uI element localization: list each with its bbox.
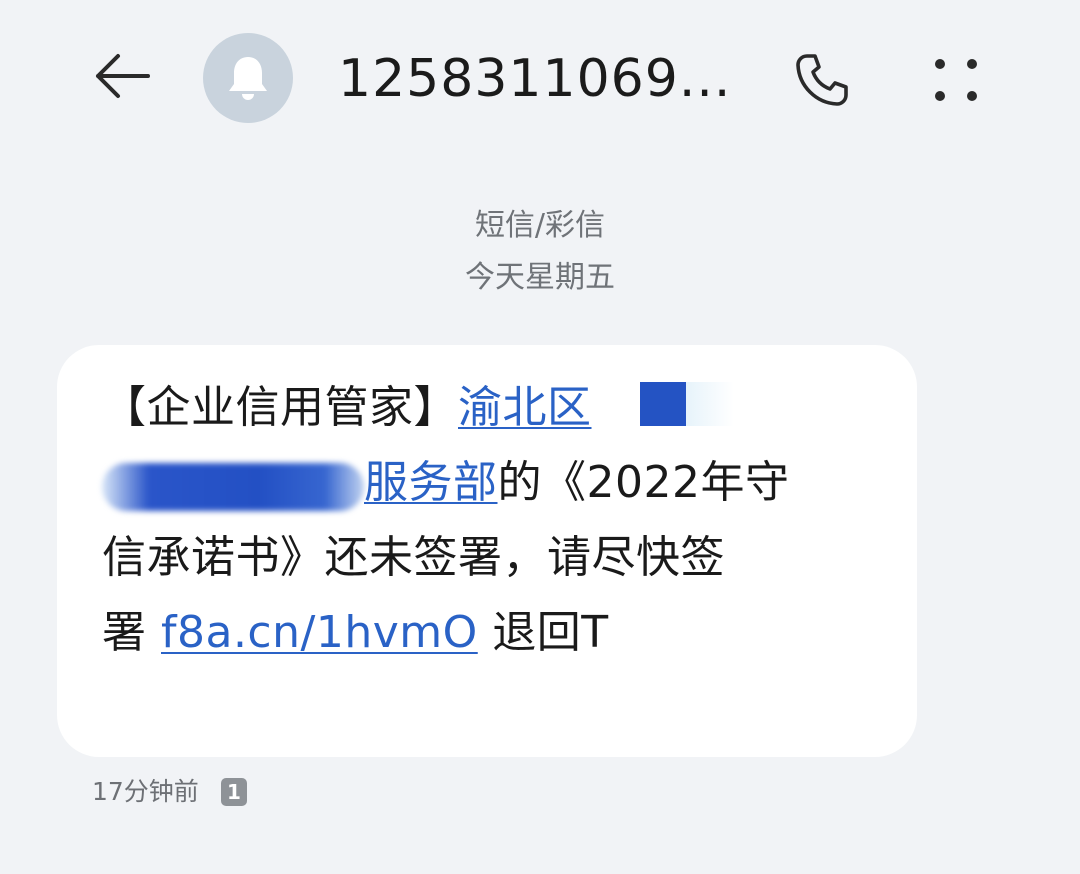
more-button[interactable]	[920, 44, 992, 116]
redaction-fade	[685, 382, 734, 426]
more-dots-icon	[935, 59, 977, 101]
sender-tag: 【企业信用管家】	[102, 382, 458, 433]
avatar[interactable]	[203, 33, 293, 123]
message-segment: 信承诺书》还未签署，请尽快签	[102, 532, 725, 583]
message-line: 信承诺书》还未签署，请尽快签	[102, 520, 862, 595]
contact-name[interactable]: 1258311069...	[338, 44, 731, 114]
message-text: 【企业信用管家】渝北区 服务部的《2022年守 信承诺书》还未签署，请尽快签 署…	[102, 370, 862, 670]
message-line: 署 f8a.cn/1hvmO 退回T	[102, 595, 862, 670]
date-divider: 今天星期五	[465, 260, 615, 295]
bell-icon	[229, 57, 267, 100]
sim-badge: 1	[221, 778, 247, 806]
back-button[interactable]	[86, 40, 158, 112]
message-line: 【企业信用管家】渝北区	[102, 370, 862, 445]
url-link[interactable]: f8a.cn/1hvmO	[161, 607, 478, 658]
back-arrow-icon	[96, 54, 150, 98]
message-line: 服务部的《2022年守	[102, 445, 862, 520]
message-segment: 退回T	[477, 607, 609, 658]
phone-icon	[796, 54, 848, 106]
redaction-block	[639, 382, 686, 426]
message-type-label: 短信/彩信	[474, 208, 606, 243]
service-dept-link[interactable]: 服务部	[364, 457, 498, 508]
message-segment: 的《2022年守	[497, 457, 790, 508]
message-timestamp: 17分钟前	[92, 777, 199, 806]
top-bar: 1258311069...	[0, 0, 1080, 160]
message-segment: 署	[102, 607, 161, 658]
district-link[interactable]: 渝北区	[458, 382, 592, 433]
call-button[interactable]	[786, 44, 858, 116]
redaction-smear	[102, 463, 364, 511]
